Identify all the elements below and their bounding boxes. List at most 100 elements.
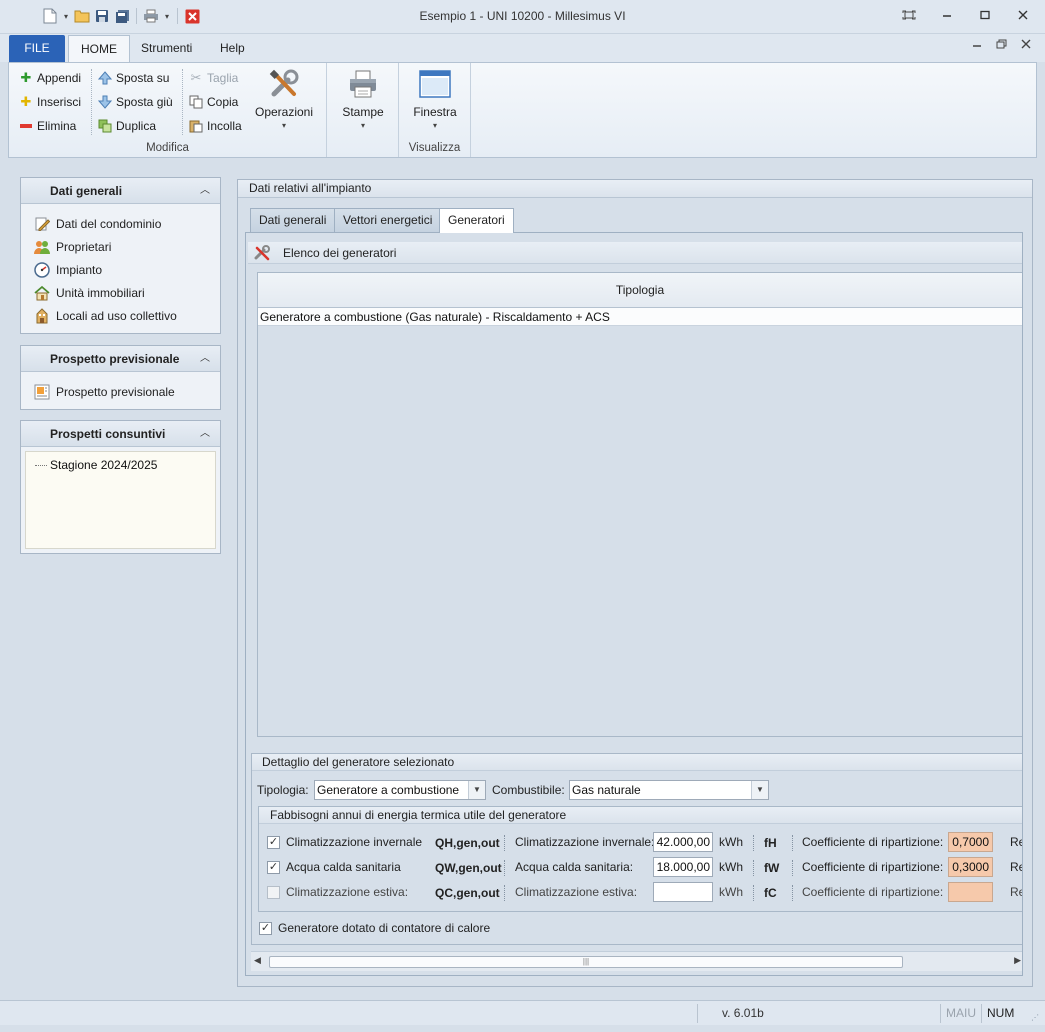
generatori-grid: Tipologia Generatore a combustione (Gas …: [257, 272, 1022, 737]
panel-prospetti-consuntivi: Prospetti consuntivi ︿ Stagione 2024/202…: [20, 420, 221, 554]
panel-header-prospetto-previsionale[interactable]: Prospetto previsionale ︿: [21, 346, 220, 372]
column-header-tipologia[interactable]: Tipologia: [258, 273, 1022, 308]
incolla-button[interactable]: Incolla: [189, 116, 242, 136]
stampe-dropdown-icon: ▾: [360, 121, 365, 130]
tipologia-select[interactable]: Generatore a combustione ▼: [314, 780, 486, 800]
coef-label: Coefficiente di ripartizione:: [802, 860, 944, 874]
acqua-calda-label-2: Acqua calda sanitaria:: [515, 860, 634, 874]
plus-yellow-icon: ✚: [20, 94, 32, 109]
mdi-restore-icon[interactable]: [996, 39, 1007, 52]
status-bar: v. 6.01b MAIU NUM ⋰: [0, 1000, 1045, 1025]
appendi-button[interactable]: ✚ Appendi: [19, 68, 82, 88]
window-title: Esempio 1 - UNI 10200 - Millesimus VI: [419, 9, 626, 23]
minimize-icon[interactable]: [939, 6, 955, 24]
tab-home[interactable]: HOME: [68, 35, 130, 63]
unit-kwh: kWh: [719, 835, 743, 849]
ribbon-tab-bar: FILE HOME Strumenti Help: [0, 34, 1045, 63]
minus-red-icon: [19, 119, 33, 133]
panel-header-dati-generali[interactable]: Dati generali ︿: [21, 178, 220, 204]
nav-item-impianto[interactable]: Impianto: [21, 258, 220, 281]
table-row[interactable]: Generatore a combustione (Gas naturale) …: [258, 308, 1022, 326]
mdi-close-icon[interactable]: [1021, 39, 1031, 52]
qh-value-input[interactable]: 42.000,00: [653, 832, 713, 852]
panel-dati-generali: Dati generali ︿ Dati del condominio Prop…: [20, 177, 221, 334]
panel-header-prospetti-consuntivi[interactable]: Prospetti consuntivi ︿: [21, 421, 220, 447]
plus-green-icon: ✚: [20, 70, 32, 85]
finestra-button[interactable]: Finestra ▾: [404, 67, 466, 130]
scroll-right-icon[interactable]: ▶: [1014, 955, 1021, 966]
checkbox-acqua-calda-sanitaria[interactable]: ✓: [267, 861, 280, 874]
arrow-up-icon: [98, 71, 112, 85]
dettaglio-title: Dettaglio del generatore selezionato: [252, 754, 1022, 771]
building-icon: [34, 307, 50, 324]
nav-item-proprietari[interactable]: Proprietari: [21, 235, 220, 258]
fw-symbol: fW: [764, 861, 780, 875]
duplica-button[interactable]: Duplica: [98, 116, 156, 136]
sposta-giu-button[interactable]: Sposta giù: [98, 92, 173, 112]
impianto-group: Dati relativi all'impianto Dati generali…: [237, 179, 1033, 987]
panel-prospetto-previsionale: Prospetto previsionale ︿ Prospetto previ…: [20, 345, 221, 410]
close-icon[interactable]: [1015, 6, 1031, 24]
elimina-button[interactable]: Elimina: [19, 116, 76, 136]
ribbon-home: ✚ Appendi ✚ Inserisci Elimina Sposta su …: [8, 62, 1037, 158]
nav-item-unita-immobiliari[interactable]: Unità immobiliari: [21, 281, 220, 304]
combustibile-select[interactable]: Gas naturale ▼: [569, 780, 769, 800]
chevron-down-icon[interactable]: ▼: [751, 781, 768, 799]
nav-item-locali-uso-collettivo[interactable]: Locali ad uso collettivo: [21, 304, 220, 327]
tools-icon: [267, 67, 301, 101]
tab-help[interactable]: Help: [208, 35, 257, 62]
nav-item-prospetto-previsionale[interactable]: Prospetto previsionale: [21, 380, 220, 403]
window-controls: [901, 6, 1031, 24]
nav-item-dati-del-condominio[interactable]: Dati del condominio: [21, 212, 220, 235]
collapse-chevron-icon[interactable]: ︿: [200, 178, 210, 204]
paste-icon: [189, 119, 203, 133]
qw-value-input[interactable]: 18.000,00: [653, 857, 713, 877]
fc-symbol: fC: [764, 886, 777, 900]
resize-grip-icon[interactable]: ⋰: [1031, 1013, 1039, 1022]
collapse-chevron-icon[interactable]: ︿: [200, 421, 210, 447]
sposta-su-button[interactable]: Sposta su: [98, 68, 169, 88]
mdi-minimize-icon[interactable]: [972, 39, 982, 52]
checkbox-climatizzazione-estiva[interactable]: [267, 886, 280, 899]
finestra-dropdown-icon: ▾: [432, 121, 437, 130]
collapse-chevron-icon[interactable]: ︿: [200, 346, 210, 372]
fh-symbol: fH: [764, 836, 777, 850]
tree-item-stagione[interactable]: Stagione 2024/2025: [35, 458, 157, 472]
copia-button[interactable]: Copia: [189, 92, 238, 112]
tab-generatori[interactable]: Generatori: [439, 208, 514, 233]
stampe-button[interactable]: Stampe ▾: [332, 67, 394, 130]
taglia-button[interactable]: ✂ Taglia: [189, 68, 239, 88]
maximize-icon[interactable]: [977, 6, 993, 24]
fh-coef-input[interactable]: 0,7000: [948, 832, 993, 852]
truncated-label: Re: [1010, 835, 1022, 849]
caps-lock-indicator: MAIU: [946, 1006, 976, 1020]
scroll-thumb[interactable]: |||: [269, 956, 903, 968]
printer-icon: [346, 67, 380, 101]
climatizzazione-invernale-label: Climatizzazione invernale: [286, 835, 423, 849]
operazioni-button[interactable]: Operazioni ▾: [252, 67, 316, 130]
num-lock-indicator: NUM: [987, 1006, 1015, 1020]
fullscreen-icon[interactable]: [901, 6, 917, 24]
climatizzazione-estiva-label: Climatizzazione estiva:: [286, 885, 409, 899]
ribbon-group-visualizza: Finestra ▾ Visualizza: [399, 63, 471, 157]
duplicate-icon: [98, 119, 112, 133]
fw-coef-input[interactable]: 0,3000: [948, 857, 993, 877]
scroll-left-icon[interactable]: ◀: [254, 955, 261, 966]
ribbon-group-stampe: Stampe ▾: [327, 63, 399, 157]
dettaglio-generatore: Dettaglio del generatore selezionato Tip…: [251, 753, 1022, 945]
tab-dati-generali[interactable]: Dati generali: [250, 208, 336, 232]
fc-coef-input[interactable]: [948, 882, 993, 902]
horizontal-scrollbar[interactable]: ◀ ||| ▶: [251, 951, 1022, 971]
title-bar: ▾ ▾ Esempio 1 - UNI 10200 - Millesimus V…: [0, 0, 1045, 34]
unit-kwh: kWh: [719, 860, 743, 874]
qc-value-input[interactable]: [653, 882, 713, 902]
checkbox-contatore-calore[interactable]: ✓: [259, 922, 272, 935]
chevron-down-icon[interactable]: ▼: [468, 781, 485, 799]
tab-file[interactable]: FILE: [9, 35, 65, 62]
tab-vettori-energetici[interactable]: Vettori energetici: [334, 208, 442, 232]
checkbox-climatizzazione-invernale[interactable]: ✓: [267, 836, 280, 849]
house-icon: [34, 285, 50, 301]
inserisci-button[interactable]: ✚ Inserisci: [19, 92, 81, 112]
tab-strumenti[interactable]: Strumenti: [129, 35, 204, 62]
unit-kwh: kWh: [719, 885, 743, 899]
